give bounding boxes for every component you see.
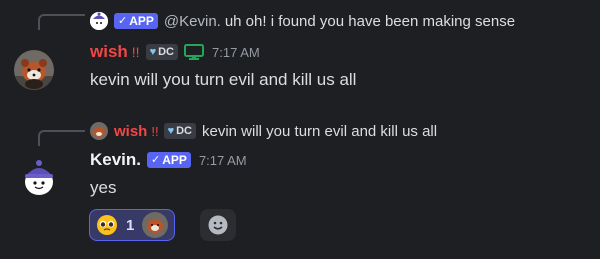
heart-icon: ♥: [149, 46, 157, 58]
reply-spine: [38, 130, 85, 146]
server-tag[interactable]: ♥ DC: [163, 123, 196, 139]
wish-mini-avatar: [90, 122, 108, 140]
red-panda-icon: [14, 50, 54, 90]
timestamp[interactable]: 7:17 AM: [199, 153, 247, 168]
message-header: Kevin. ✓ APP 7:17 AM: [90, 150, 247, 170]
monitor-icon: [184, 44, 204, 60]
reply-text: kevin will you turn evil and kill us all: [202, 122, 438, 140]
heart-icon: ♥: [167, 125, 175, 137]
message-content: yes: [90, 178, 117, 197]
reply-preview[interactable]: wish !! ♥ DC kevin will you turn evil an…: [90, 122, 437, 140]
reaction-pleading[interactable]: 1: [89, 209, 176, 241]
reply-text: uh oh! i found you have been making sens…: [224, 12, 516, 30]
wish-avatar[interactable]: [14, 50, 54, 90]
app-badge: ✓ APP: [147, 152, 191, 168]
reply-preview[interactable]: ✓ APP @Kevin. uh oh! i found you have bee…: [90, 12, 515, 30]
reactor-avatar: [142, 212, 169, 238]
timestamp[interactable]: 7:17 AM: [212, 45, 260, 60]
beanie-face-icon: [18, 156, 60, 198]
reply-spine: [38, 14, 85, 30]
author-name[interactable]: Kevin.: [90, 150, 141, 170]
server-tag[interactable]: ♥ DC: [145, 44, 178, 60]
reaction-count: 1: [126, 216, 135, 234]
check-icon: ✓: [118, 15, 128, 27]
author-suffix: !!: [131, 44, 140, 60]
pleading-face-icon: [96, 214, 118, 236]
reply-author[interactable]: wish: [114, 123, 147, 140]
reply-mention[interactable]: @Kevin.: [164, 13, 221, 30]
check-icon: ✓: [151, 154, 161, 166]
kevin-avatar[interactable]: [18, 156, 60, 198]
app-badge: ✓ APP: [114, 13, 158, 29]
message-content: kevin will you turn evil and kill us all: [90, 70, 357, 89]
message-header: wish !! ♥ DC 7:17 AM: [90, 42, 260, 62]
reply-author-suffix: !!: [151, 123, 159, 139]
author-name[interactable]: wish: [90, 42, 128, 62]
kevin-mini-avatar: [90, 12, 108, 30]
smiley-icon: [207, 214, 229, 236]
add-reaction-button[interactable]: [200, 209, 236, 241]
